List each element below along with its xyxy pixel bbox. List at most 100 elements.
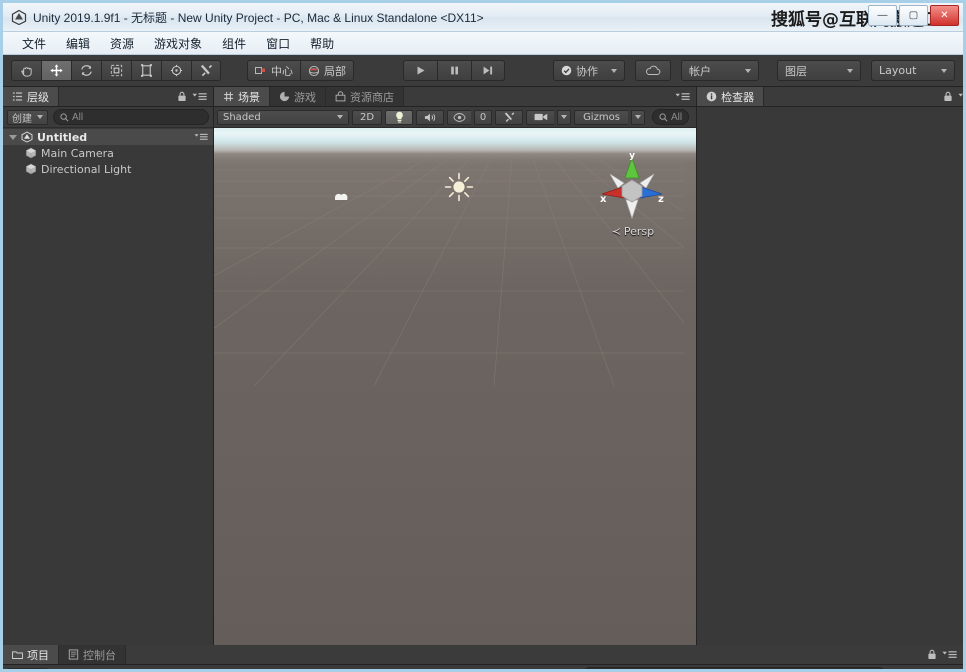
tab-asset-store[interactable]: 资源商店 — [326, 87, 404, 106]
tab-game[interactable]: 游戏 — [270, 87, 326, 106]
layers-chevron-down-icon — [847, 68, 853, 73]
scene-camera-dropdown[interactable] — [557, 109, 571, 125]
scene-tab-actions — [675, 87, 696, 106]
layout-button[interactable]: Layout — [871, 60, 955, 81]
tab-hierarchy[interactable]: 层级 — [3, 87, 59, 106]
hierarchy-item-directional-light[interactable]: Directional Light — [3, 161, 213, 177]
account-chevron-down-icon — [745, 68, 751, 73]
tab-project[interactable]: 项目 — [3, 645, 59, 664]
scale-tool-button[interactable] — [101, 60, 131, 81]
inspector-content — [697, 107, 963, 645]
menu-item-component[interactable]: 组件 — [213, 33, 255, 54]
directional-light-gizmo-icon[interactable] — [443, 171, 475, 203]
space-mode-button[interactable]: 局部 — [300, 60, 354, 81]
close-button[interactable]: ✕ — [930, 5, 959, 26]
scene-menu-icon[interactable] — [675, 92, 690, 101]
svg-text:z: z — [658, 194, 664, 205]
fx-count-label: 0 — [479, 111, 487, 123]
scene-view-toolbar: Shaded 2D 0 Gizmos All — [214, 107, 697, 128]
collab-button[interactable]: 协作 — [553, 60, 625, 81]
toggle-lighting-button[interactable] — [385, 109, 413, 125]
hierarchy-tree: Untitled Main Camera Directional Light — [3, 128, 213, 645]
project-search-input[interactable] — [582, 667, 886, 669]
hierarchy-lock-icon[interactable] — [177, 91, 187, 102]
project-wrapper: 项目 控制台 创建 — [3, 645, 963, 670]
svg-text:y: y — [629, 152, 635, 161]
gizmos-dropdown[interactable] — [631, 109, 645, 125]
gizmos-label: Gizmos — [583, 111, 620, 123]
scene-viewport[interactable]: y x z ≺ Persp — [214, 128, 697, 645]
hierarchy-scene-row[interactable]: Untitled — [3, 129, 213, 145]
main-toolbar: 中心 局部 协作 帐户 图层 Layout — [3, 55, 963, 87]
collab-chevron-down-icon — [611, 68, 617, 73]
tab-scene[interactable]: 场景 — [214, 87, 270, 106]
cloud-button[interactable] — [635, 60, 671, 81]
playback-controls — [402, 60, 505, 81]
tab-asset-store-label: 资源商店 — [350, 90, 394, 104]
scene-orientation-gizmo[interactable]: y x z — [594, 152, 670, 228]
menu-item-window[interactable]: 窗口 — [257, 33, 299, 54]
account-button[interactable]: 帐户 — [681, 60, 759, 81]
transform-tool-button[interactable] — [161, 60, 191, 81]
hierarchy-tabbar: 层级 — [3, 87, 213, 107]
toggle-fx-button[interactable] — [447, 109, 471, 125]
main-camera-gizmo-icon[interactable] — [332, 188, 354, 206]
maximize-button[interactable]: ▢ — [899, 5, 928, 26]
hierarchy-item-main-camera[interactable]: Main Camera — [3, 145, 213, 161]
custom-tool-button[interactable] — [191, 60, 221, 81]
menu-item-edit[interactable]: 编辑 — [57, 33, 99, 54]
tab-game-label: 游戏 — [294, 90, 316, 104]
tab-project-label: 项目 — [27, 648, 49, 662]
project-lock-icon[interactable] — [927, 649, 937, 660]
pause-button[interactable] — [436, 60, 471, 81]
hierarchy-create-button[interactable]: 创建 — [7, 109, 48, 125]
shading-mode-dropdown[interactable]: Shaded — [217, 109, 349, 125]
menu-item-help[interactable]: 帮助 — [301, 33, 343, 54]
menu-item-gameobject[interactable]: 游戏对象 — [145, 33, 211, 54]
step-button[interactable] — [470, 60, 505, 81]
gameobject-cube-icon — [26, 147, 36, 159]
hierarchy-item-label: Main Camera — [41, 146, 114, 160]
project-create-label: 创建 — [12, 668, 32, 670]
hierarchy-toolbar: 创建 All — [3, 107, 213, 128]
scene-expand-triangle-icon[interactable] — [9, 134, 17, 140]
unity-editor-window: Unity 2019.1.9f1 - 无标题 - New Unity Proje… — [0, 0, 966, 672]
menu-item-assets[interactable]: 资源 — [101, 33, 143, 54]
gizmos-button[interactable]: Gizmos — [574, 109, 628, 125]
inspector-lock-icon[interactable] — [943, 91, 953, 102]
project-create-button[interactable]: 创建 — [7, 667, 48, 670]
scene-panel: 场景 游戏 资源商店 Shaded 2D 0 Gizmos All y x z … — [214, 87, 697, 645]
layers-button[interactable]: 图层 — [777, 60, 861, 81]
project-menu-icon[interactable] — [942, 650, 957, 659]
menu-item-file[interactable]: 文件 — [13, 33, 55, 54]
rect-tool-button[interactable] — [131, 60, 161, 81]
hierarchy-create-label: 创建 — [12, 113, 32, 125]
scene-search-input[interactable]: All — [652, 109, 690, 125]
lightbulb-icon — [395, 111, 403, 123]
move-tool-button[interactable] — [41, 60, 71, 81]
hierarchy-scene-menu-icon[interactable] — [194, 133, 208, 141]
minimize-button[interactable]: — — [868, 5, 897, 26]
speaker-icon — [424, 113, 435, 121]
tab-inspector[interactable]: 检查器 — [697, 87, 765, 106]
hierarchy-search-input[interactable]: All — [53, 109, 209, 125]
scene-search-placeholder: All — [671, 111, 683, 123]
scene-perspective-label[interactable]: ≺ Persp — [612, 225, 654, 238]
toggle-audio-button[interactable] — [416, 109, 444, 125]
play-button[interactable] — [402, 60, 437, 81]
scene-tools-button[interactable] — [495, 109, 523, 125]
tab-inspector-label: 检查器 — [721, 90, 755, 104]
tab-console[interactable]: 控制台 — [59, 645, 126, 664]
perspective-text: Persp — [623, 225, 655, 238]
hand-tool-button[interactable] — [11, 60, 41, 81]
rotate-tool-button[interactable] — [71, 60, 101, 81]
toggle-2d-button[interactable]: 2D — [352, 109, 382, 125]
inspector-menu-icon[interactable] — [958, 92, 963, 101]
pivot-mode-button[interactable]: 中心 — [247, 60, 300, 81]
account-label: 帐户 — [689, 64, 711, 78]
menu-bar: 文件 编辑 资源 游戏对象 组件 窗口 帮助 — [3, 32, 963, 55]
inspector-panel: 检查器 — [696, 87, 963, 645]
hierarchy-menu-icon[interactable] — [192, 92, 207, 101]
fx-count-label-button[interactable]: 0 — [474, 109, 492, 125]
scene-camera-button[interactable] — [526, 109, 554, 125]
